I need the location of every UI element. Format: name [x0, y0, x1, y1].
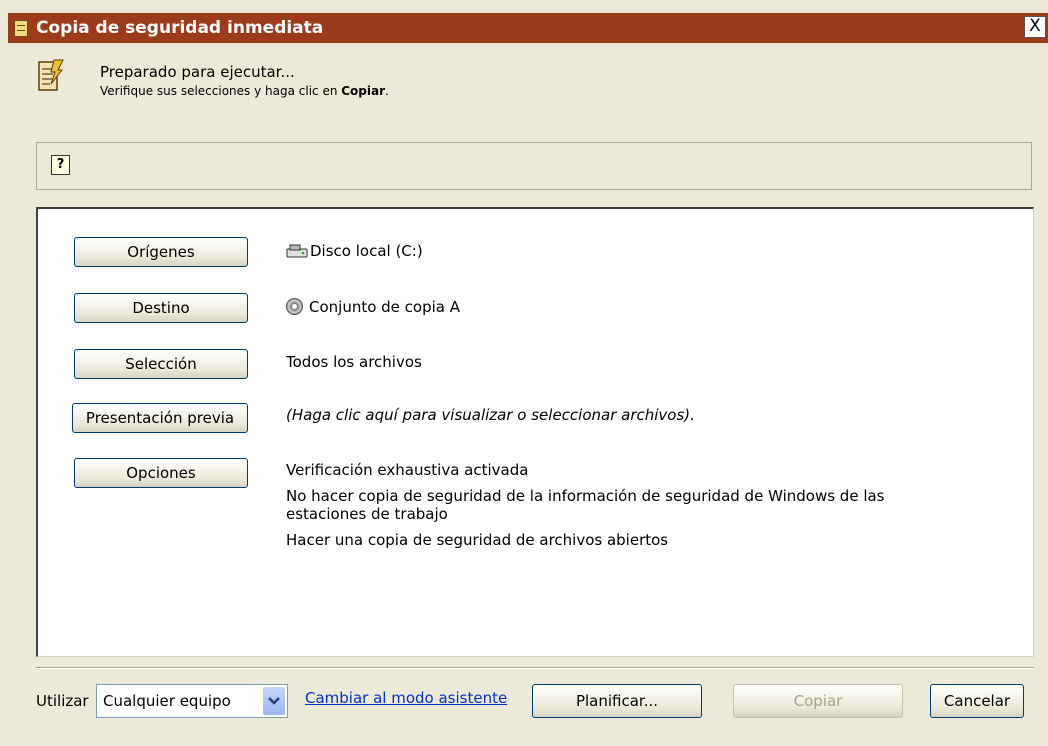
- header-subtitle: Verifique sus selecciones y haga clic en…: [100, 84, 389, 98]
- selection-button[interactable]: Selección: [74, 349, 248, 379]
- option-security-info-cont: estaciones de trabajo: [286, 505, 448, 523]
- copy-button[interactable]: Copiar: [733, 684, 903, 718]
- computer-select[interactable]: Cualquier equipo: [96, 684, 288, 718]
- app-icon: [14, 19, 28, 37]
- help-icon[interactable]: ?: [51, 155, 70, 175]
- origins-value: Disco local (C:): [286, 242, 423, 260]
- preview-hint[interactable]: (Haga clic aquí para visualizar o selecc…: [286, 406, 695, 424]
- option-verification: Verificación exhaustiva activada: [286, 461, 529, 479]
- help-bar: ?: [36, 142, 1032, 190]
- cancel-button[interactable]: Cancelar: [930, 684, 1024, 718]
- selection-value: Todos los archivos: [286, 353, 422, 371]
- preview-button[interactable]: Presentación previa: [72, 403, 248, 433]
- window-title: Copia de seguridad inmediata: [36, 18, 324, 38]
- backup-wizard-icon: [38, 59, 64, 91]
- title-bar: Copia de seguridad inmediata X: [8, 13, 1048, 43]
- destination-value: Conjunto de copia A: [286, 298, 460, 316]
- hard-drive-icon: [286, 244, 308, 258]
- header-title: Preparado para ejecutar...: [100, 63, 295, 81]
- destination-button[interactable]: Destino: [74, 293, 248, 323]
- close-button[interactable]: X: [1024, 16, 1046, 38]
- option-security-info: No hacer copia de seguridad de la inform…: [286, 487, 885, 505]
- footer-separator: [36, 667, 1034, 669]
- origins-button[interactable]: Orígenes: [74, 237, 248, 267]
- summary-panel: Orígenes Disco local (C:) Destino Conjun…: [36, 207, 1034, 657]
- utilizar-label: Utilizar: [36, 692, 89, 710]
- wizard-mode-link[interactable]: Cambiar al modo asistente: [305, 689, 507, 707]
- backup-disc-icon: [286, 298, 303, 315]
- schedule-button[interactable]: Planificar...: [532, 684, 702, 718]
- options-button[interactable]: Opciones: [74, 458, 248, 488]
- option-open-files: Hacer una copia de seguridad de archivos…: [286, 531, 669, 549]
- chevron-down-icon[interactable]: [263, 687, 285, 715]
